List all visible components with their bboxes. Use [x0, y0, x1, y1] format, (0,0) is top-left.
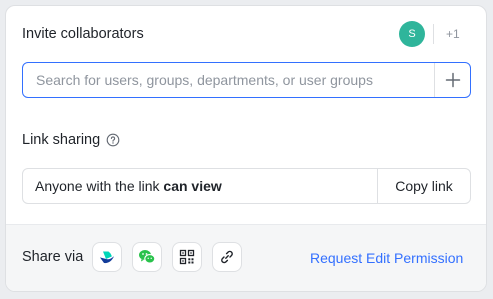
- qr-code-icon: [179, 249, 195, 265]
- add-collaborator-button[interactable]: [434, 63, 470, 97]
- link-permission-select[interactable]: Anyone with the link can view: [23, 169, 377, 203]
- share-via-label: Share via: [22, 249, 84, 265]
- search-input[interactable]: [23, 63, 433, 97]
- share-wechat-button[interactable]: [132, 242, 162, 272]
- lark-app-icon: [98, 248, 116, 266]
- share-panel: Invite collaborators S +1 Link sharing A…: [5, 5, 487, 292]
- link-sharing-heading: Link sharing: [22, 132, 120, 148]
- permission-prefix: Anyone with the link: [35, 178, 164, 194]
- avatar[interactable]: S: [399, 21, 425, 47]
- share-copy-link-button[interactable]: [212, 242, 242, 272]
- request-edit-permission-link[interactable]: Request Edit Permission: [310, 250, 463, 266]
- permission-level: can view: [163, 178, 222, 194]
- share-footer: Share via Request Edit Permission: [6, 224, 486, 291]
- plus-icon: [445, 72, 461, 88]
- share-lark-button[interactable]: [92, 242, 122, 272]
- more-collaborators-count[interactable]: +1: [446, 27, 460, 41]
- divider: [433, 24, 434, 44]
- link-sharing-title: Link sharing: [22, 132, 101, 148]
- search-box: [22, 62, 471, 98]
- share-qr-code-button[interactable]: [172, 242, 202, 272]
- question-circle-icon[interactable]: [106, 133, 120, 147]
- copy-link-button[interactable]: Copy link: [377, 169, 470, 203]
- link-sharing-row: Anyone with the link can view Copy link: [22, 168, 471, 204]
- link-icon: [219, 249, 235, 265]
- wechat-icon: [138, 248, 156, 266]
- invite-title: Invite collaborators: [22, 26, 144, 42]
